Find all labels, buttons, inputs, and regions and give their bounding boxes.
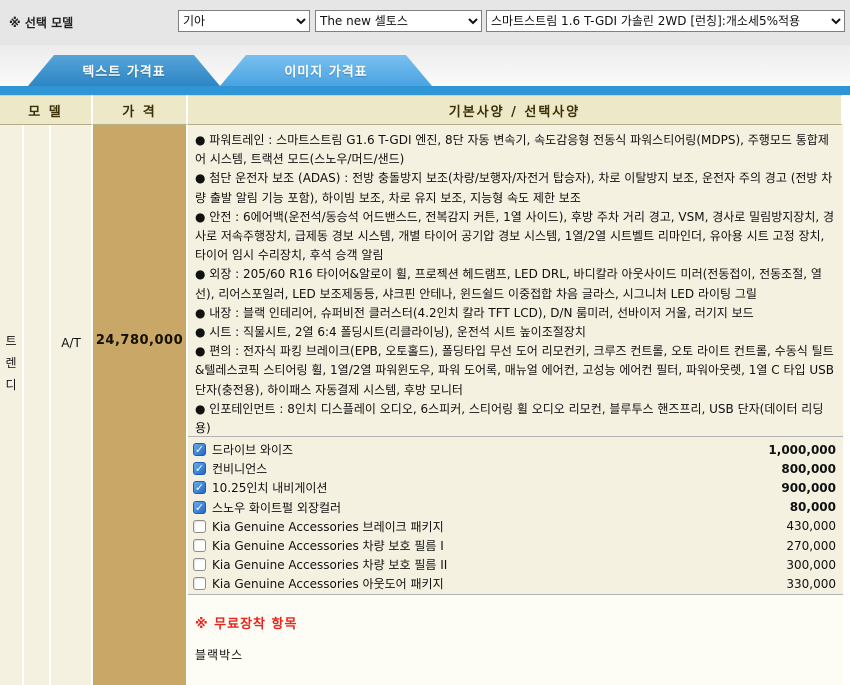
option-price: 800,000 xyxy=(781,462,838,476)
tab-underline-bar xyxy=(0,86,850,95)
trim-column: 트렌디 xyxy=(0,125,24,685)
base-spec-section: ● 파워트레인 : 스마트스트림 G1.6 T-GDI 엔진, 8단 자동 변속… xyxy=(188,125,843,437)
option-checkbox-checked[interactable] xyxy=(193,462,206,475)
option-label: Kia Genuine Accessories 차량 보호 필름 I xyxy=(212,537,444,554)
free-item: 블랙박스 xyxy=(195,646,836,663)
option-price: 330,000 xyxy=(786,577,838,591)
table-body-row: 트렌디 A/T 24,780,000 ● 파워트레인 : 스마트스트림 G1.6… xyxy=(0,125,850,685)
option-label: Kia Genuine Accessories 차량 보호 필름 II xyxy=(212,556,447,573)
option-row: 스노우 화이트펄 외장컬러 80,000 xyxy=(193,498,838,517)
brand-select[interactable]: 기아 xyxy=(178,10,310,32)
header-specs: 기본사양 / 선택사양 xyxy=(188,95,843,125)
option-label: Kia Genuine Accessories 브레이크 패키지 xyxy=(212,518,444,535)
option-checkbox-unchecked[interactable] xyxy=(193,577,206,590)
transmission-column: A/T xyxy=(51,125,93,685)
tab-text-price[interactable]: 텍스트 가격표 xyxy=(28,55,220,86)
option-price: 300,000 xyxy=(786,558,838,572)
spec-item: ● 편의 : 전자식 파킹 브레이크(EPB, 오토홀드), 폴딩타입 무선 도… xyxy=(195,342,836,400)
header-model: 모 델 xyxy=(0,95,93,125)
spec-item: ● 외장 : 205/60 R16 타이어&알로이 휠, 프로젝션 헤드램프, … xyxy=(195,265,836,303)
price-column: 24,780,000 xyxy=(93,125,188,685)
option-price: 270,000 xyxy=(786,539,838,553)
option-checkbox-checked[interactable] xyxy=(193,481,206,494)
option-label: 드라이브 와이즈 xyxy=(212,441,293,458)
spec-item: ● 내장 : 블랙 인테리어, 슈퍼비전 클러스터(4.2인치 칼라 TFT L… xyxy=(195,304,836,323)
tab-image-price-label: 이미지 가격표 xyxy=(284,61,367,80)
trim-select[interactable]: 스마트스트림 1.6 T-GDI 가솔린 2WD [런칭]:개소세5%적용 xyxy=(486,10,845,32)
tab-image-price[interactable]: 이미지 가격표 xyxy=(220,55,432,86)
option-price: 1,000,000 xyxy=(768,443,838,457)
option-label: 컨비니언스 xyxy=(212,460,267,477)
spec-item: ● 안전 : 6에어백(운전석/동승석 어드밴스드, 전복감지 커튼, 1열 사… xyxy=(195,208,836,266)
select-model-label: ※ 선택 모델 xyxy=(9,14,73,31)
price-table-page: ※ 선택 모델 기아 The new 셀토스 스마트스트림 1.6 T-GDI … xyxy=(0,0,850,685)
spec-item: ● 파워트레인 : 스마트스트림 G1.6 T-GDI 엔진, 8단 자동 변속… xyxy=(195,131,836,169)
spec-item: ● 인포테인먼트 : 8인치 디스플레이 오디오, 6스피커, 스티어링 휠 오… xyxy=(195,400,836,437)
option-label: 10.25인치 내비게이션 xyxy=(212,479,327,496)
spec-item: ● 첨단 운전자 보조 (ADAS) : 전방 충돌방지 보조(차량/보행자/자… xyxy=(195,169,836,207)
option-price: 900,000 xyxy=(781,481,838,495)
header-price: 가 격 xyxy=(93,95,188,125)
option-checkbox-unchecked[interactable] xyxy=(193,558,206,571)
option-checkbox-checked[interactable] xyxy=(193,501,206,514)
option-checkbox-checked[interactable] xyxy=(193,443,206,456)
tabstrip: 텍스트 가격표 이미지 가격표 xyxy=(0,45,850,86)
trim-name: 트렌디 xyxy=(4,330,18,396)
option-row: 드라이브 와이즈 1,000,000 xyxy=(193,440,838,459)
body-right-strip xyxy=(843,125,850,685)
header-right-strip xyxy=(843,95,850,125)
option-row: Kia Genuine Accessories 브레이크 패키지 430,000 xyxy=(193,517,838,536)
option-row: Kia Genuine Accessories 차량 보호 필름 II 300,0… xyxy=(193,555,838,574)
model-select-bar: ※ 선택 모델 기아 The new 셀토스 스마트스트림 1.6 T-GDI … xyxy=(0,0,850,45)
option-price: 430,000 xyxy=(786,519,838,533)
option-row: Kia Genuine Accessories 아웃도어 패키지 330,000 xyxy=(193,574,838,593)
spec-item: ● 시트 : 직물시트, 2열 6:4 폴딩시트(리클라이닝), 운전석 시트 … xyxy=(195,323,836,342)
model-spacer-column xyxy=(24,125,51,685)
option-row: Kia Genuine Accessories 차량 보호 필름 I 270,00… xyxy=(193,536,838,555)
option-checkbox-unchecked[interactable] xyxy=(193,520,206,533)
transmission-label: A/T xyxy=(51,336,91,350)
options-section: 드라이브 와이즈 1,000,000 컨비니언스 800,000 10.25인치 내비게… xyxy=(188,437,843,595)
option-price: 80,000 xyxy=(790,500,838,514)
model-select[interactable]: The new 셀토스 xyxy=(315,10,482,32)
free-items-title: ※ 무료장착 항목 xyxy=(195,613,836,632)
spec-content-column: ● 파워트레인 : 스마트스트림 G1.6 T-GDI 엔진, 8단 자동 변속… xyxy=(188,125,843,685)
tab-text-price-label: 텍스트 가격표 xyxy=(82,61,165,80)
free-items-section: ※ 무료장착 항목 블랙박스 xyxy=(188,595,843,685)
table-header-row: 모 델 가 격 기본사양 / 선택사양 xyxy=(0,95,850,125)
option-label: 스노우 화이트펄 외장컬러 xyxy=(212,499,341,516)
option-row: 컨비니언스 800,000 xyxy=(193,459,838,478)
option-label: Kia Genuine Accessories 아웃도어 패키지 xyxy=(212,575,444,592)
base-price: 24,780,000 xyxy=(93,333,186,348)
option-row: 10.25인치 내비게이션 900,000 xyxy=(193,478,838,497)
option-checkbox-unchecked[interactable] xyxy=(193,539,206,552)
